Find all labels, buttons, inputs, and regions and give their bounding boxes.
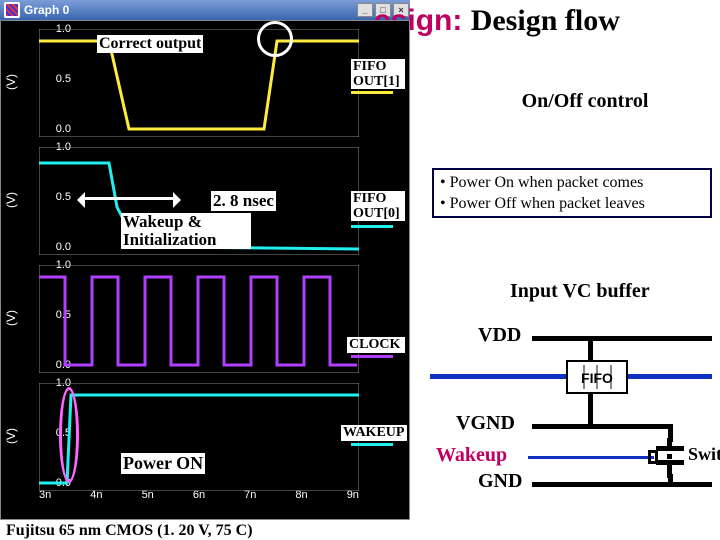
vc-buffer-heading: Input VC buffer bbox=[510, 280, 650, 303]
y-axis-label: (V) bbox=[4, 192, 18, 208]
y-axis-label: (V) bbox=[4, 310, 18, 326]
wire bbox=[588, 394, 593, 424]
x-axis: 3n 4n 5n 6n 7n 8n 9n bbox=[39, 489, 359, 501]
signal-label-wakeup: WAKEUP bbox=[341, 425, 407, 441]
annotation-wake-time: 2. 8 nsec bbox=[211, 191, 276, 211]
double-arrow-icon bbox=[83, 197, 175, 200]
power-switch-icon bbox=[656, 438, 684, 478]
vgnd-label: VGND bbox=[456, 412, 515, 435]
minimize-button[interactable]: _ bbox=[357, 3, 373, 17]
legend-swatch bbox=[351, 91, 393, 94]
x-tick: 4n bbox=[90, 489, 102, 501]
onoff-description: • Power On when packet comes • Power Off… bbox=[432, 168, 712, 218]
onoff-line2: • Power Off when packet leaves bbox=[440, 193, 704, 214]
wire bbox=[668, 474, 673, 484]
x-tick: 7n bbox=[244, 489, 256, 501]
annotation-wake-init: Wakeup & Initialization bbox=[121, 213, 251, 249]
y-axis-label: (V) bbox=[4, 74, 18, 90]
x-tick: 3n bbox=[39, 489, 51, 501]
switch-label: Switch bbox=[688, 444, 720, 465]
onoff-heading: On/Off control bbox=[470, 90, 700, 113]
circuit-diagram: VDD FIFO VGND Wakeup Switch GND bbox=[420, 316, 716, 516]
y-axis-label: (V) bbox=[4, 428, 18, 444]
x-tick: 9n bbox=[347, 489, 359, 501]
vdd-label: VDD bbox=[478, 324, 521, 347]
signal-label-clock: CLOCK bbox=[347, 337, 405, 353]
wakeup-wire bbox=[528, 456, 654, 459]
x-tick: 5n bbox=[142, 489, 154, 501]
window-title: Graph 0 bbox=[24, 3, 69, 17]
gnd-rail bbox=[532, 482, 712, 487]
signal-label-fifo1: FIFO OUT[1] bbox=[351, 59, 405, 89]
plot-wakeup: (V) 1.0 0.5 0.0 bbox=[39, 383, 359, 491]
x-tick: 6n bbox=[193, 489, 205, 501]
x-tick: 8n bbox=[295, 489, 307, 501]
window-titlebar: Graph 0 _ □ × bbox=[0, 0, 410, 20]
app-icon bbox=[4, 2, 20, 18]
vdd-rail bbox=[532, 336, 712, 341]
onoff-line1: • Power On when packet comes bbox=[440, 172, 704, 193]
waveform-panel: (V) 1.0 0.5 0.0 Correct output FIFO OUT[… bbox=[0, 20, 410, 520]
fifo-label: FIFO bbox=[568, 370, 626, 386]
annotation-power-on: Power ON bbox=[121, 453, 205, 474]
process-caption: Fujitsu 65 nm CMOS (1. 20 V, 75 C) bbox=[6, 522, 253, 540]
highlight-circle-icon bbox=[257, 21, 293, 57]
slide-title: esign: Design flow bbox=[374, 4, 620, 38]
fifo-block: FIFO bbox=[566, 360, 628, 394]
title-subtitle: Design flow bbox=[471, 4, 620, 37]
gnd-label: GND bbox=[478, 470, 522, 493]
highlight-oval-icon bbox=[59, 387, 79, 483]
blue-wire bbox=[626, 374, 712, 379]
annotation-correct-output: Correct output bbox=[97, 35, 203, 53]
wakeup-label: Wakeup bbox=[436, 444, 507, 467]
vgnd-rail bbox=[532, 424, 672, 429]
plot-clock: (V) 1.0 0.5 0.0 bbox=[39, 265, 359, 373]
legend-swatch bbox=[351, 355, 393, 358]
legend-swatch bbox=[351, 225, 393, 228]
signal-label-fifo0: FIFO OUT[0] bbox=[351, 191, 405, 221]
blue-wire bbox=[430, 374, 566, 379]
legend-swatch bbox=[351, 443, 393, 446]
